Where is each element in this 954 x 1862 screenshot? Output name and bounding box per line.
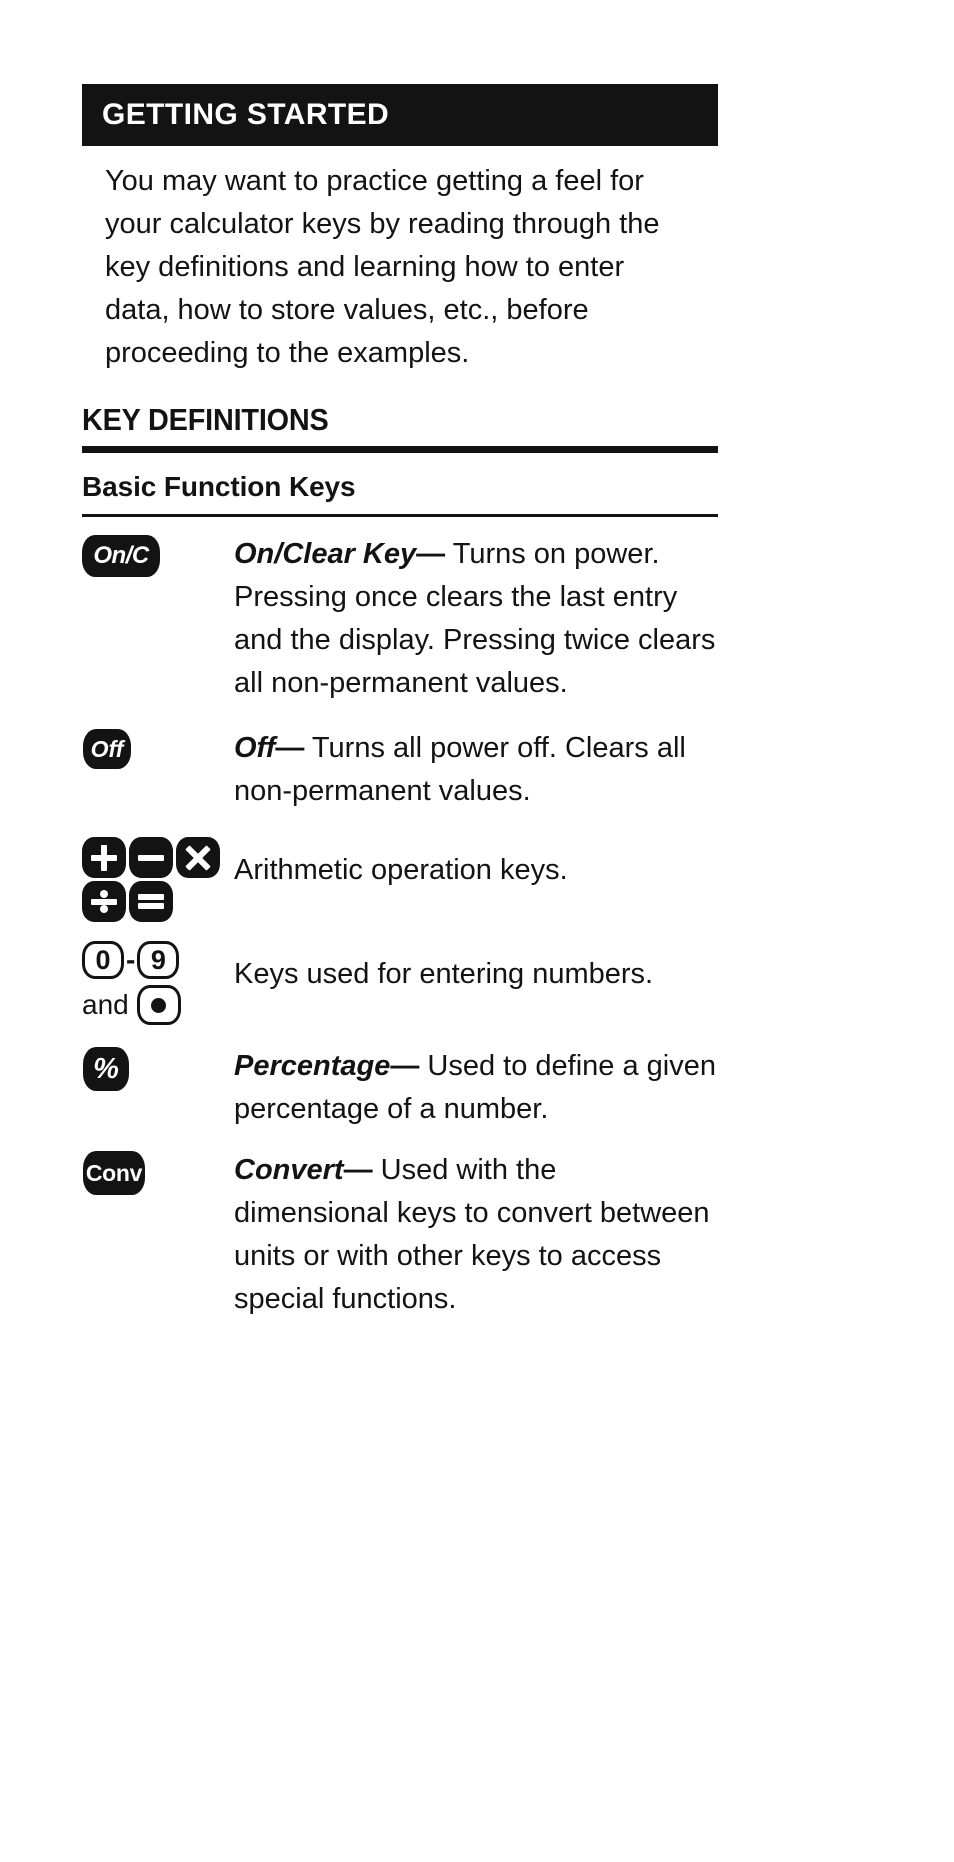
percent-key-chip-icon[interactable]: % xyxy=(83,1047,129,1091)
table-row: Arithmetic operation keys. xyxy=(82,835,718,925)
definition-term: Percentage xyxy=(234,1050,391,1082)
key-glyph-cell xyxy=(82,835,234,925)
decimal-point-key-icon[interactable] xyxy=(136,985,181,1025)
key-definition-cell: Percentage— Used to define a given perce… xyxy=(234,1045,718,1131)
key-glyph-cell: 0 - 9 and xyxy=(82,939,234,1025)
digit-zero-key[interactable]: 0 xyxy=(82,941,124,979)
on-clear-key-chip-icon[interactable]: On/C xyxy=(82,535,160,577)
digit-nine-key[interactable]: 9 xyxy=(137,941,180,979)
multiply-icon[interactable] xyxy=(176,837,220,878)
definition-text: Arithmetic operation keys. xyxy=(234,854,568,886)
definition-term: Convert xyxy=(234,1154,344,1186)
definition-term: Off xyxy=(234,732,276,764)
key-definition-cell: Convert— Used with the dimensional keys … xyxy=(234,1149,718,1321)
arithmetic-keys-row-top xyxy=(82,837,222,878)
equals-icon[interactable] xyxy=(129,881,173,922)
manual-page: GETTING STARTED You may want to practice… xyxy=(82,0,718,1321)
definition-dash: — xyxy=(343,1154,373,1186)
decimal-point-line: and xyxy=(82,985,232,1025)
subheading-rule-thin xyxy=(82,514,718,517)
key-definition-cell: Keys used for entering numbers. xyxy=(234,939,718,996)
definition-term: On/Clear Key xyxy=(234,538,417,570)
definition-text: Keys used for entering numbers. xyxy=(234,958,654,990)
key-definitions-heading: KEY DEFINITIONS xyxy=(82,402,329,437)
definition-dash: — xyxy=(275,732,305,764)
section-banner-title: GETTING STARTED xyxy=(102,98,390,131)
key-glyph-cell: On/C xyxy=(82,533,234,577)
minus-icon[interactable] xyxy=(129,837,173,878)
definition-dash: — xyxy=(416,538,446,570)
digit-range-separator: - xyxy=(126,944,136,975)
section-banner: GETTING STARTED xyxy=(82,84,718,146)
table-row: Conv Convert— Used with the dimensional … xyxy=(82,1149,718,1321)
arithmetic-keys-row-bottom xyxy=(82,881,222,922)
table-row: % Percentage— Used to define a given per… xyxy=(82,1045,718,1131)
divide-icon[interactable] xyxy=(82,881,126,922)
key-definition-cell: Off— Turns all power off. Clears all non… xyxy=(234,727,718,813)
heading-rule-thick xyxy=(82,446,718,453)
key-glyph-cell: % xyxy=(82,1045,234,1091)
number-keys-cluster: 0 - 9 and xyxy=(82,941,232,1025)
table-row: Off Off— Turns all power off. Clears all… xyxy=(82,727,718,813)
table-row: 0 - 9 and Keys used for entering numbers… xyxy=(82,939,718,1025)
basic-function-keys-subheading: Basic Function Keys xyxy=(82,471,356,502)
and-label: and xyxy=(82,989,129,1020)
table-row: On/C On/Clear Key— Turns on power. Press… xyxy=(82,533,718,705)
definition-dash: — xyxy=(390,1050,420,1082)
key-glyph-cell: Conv xyxy=(82,1149,234,1195)
key-definition-cell: On/Clear Key— Turns on power. Pressing o… xyxy=(234,533,718,705)
key-glyph-cell: Off xyxy=(82,727,234,769)
key-definition-cell: Arithmetic operation keys. xyxy=(234,835,718,892)
plus-icon[interactable] xyxy=(82,837,126,878)
arithmetic-keys-cluster xyxy=(82,837,222,922)
convert-key-chip-icon[interactable]: Conv xyxy=(83,1151,145,1195)
intro-paragraph: You may want to practice getting a feel … xyxy=(105,165,660,369)
number-range-line: 0 - 9 xyxy=(82,941,232,979)
off-key-chip-icon[interactable]: Off xyxy=(83,729,131,769)
